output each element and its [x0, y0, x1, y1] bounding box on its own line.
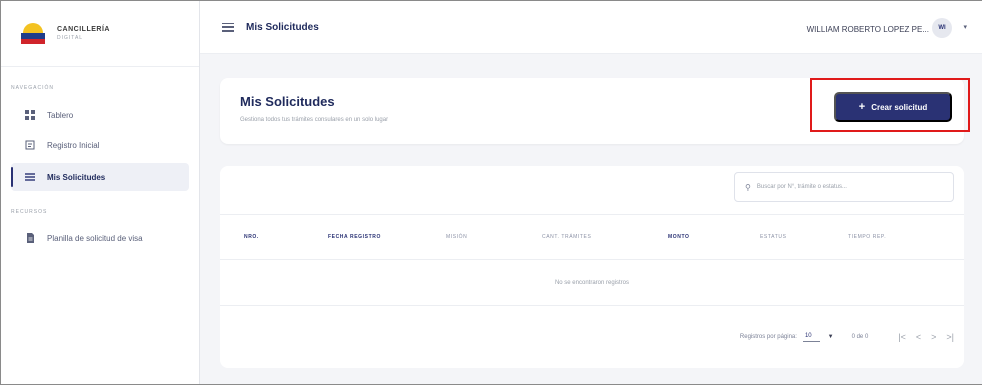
highlight-box: [810, 78, 970, 132]
first-page-icon[interactable]: |<: [898, 332, 906, 342]
brand-subtitle: DIGITAL: [57, 35, 84, 41]
sidebar: CANCILLERÍA DIGITAL NAVEGACIÓN Tablero R…: [1, 1, 200, 384]
list-icon: [25, 172, 35, 182]
section-title: Mis Solicitudes: [240, 94, 335, 109]
last-page-icon[interactable]: >|: [946, 332, 954, 342]
column-header-nro[interactable]: NRO.: [244, 234, 259, 240]
chevron-down-icon[interactable]: ▾: [963, 23, 967, 31]
pagination: Registros por página: 10 ▼ 0 de 0 |< < >…: [740, 332, 954, 342]
column-header-tiempo-rep[interactable]: TIEMPO REP.: [848, 234, 886, 240]
search-icon: ⚲: [745, 182, 751, 192]
registration-icon: [25, 140, 35, 150]
requests-table-card: ⚲ Buscar por N°, trámite o estatus... NR…: [220, 166, 964, 368]
sidebar-item-label: Planilla de solicitud de visa: [47, 233, 143, 243]
page-range: 0 de 0: [851, 334, 869, 340]
column-header-mision[interactable]: MISIÓN: [446, 234, 467, 240]
section-label-navigation: NAVEGACIÓN: [11, 85, 54, 91]
page-title: Mis Solicitudes: [246, 21, 319, 33]
dashboard-icon: [25, 110, 35, 120]
brand[interactable]: CANCILLERÍA DIGITAL: [1, 1, 199, 67]
sidebar-item-mis-solicitudes[interactable]: Mis Solicitudes: [11, 163, 189, 191]
sidebar-item-tablero[interactable]: Tablero: [11, 101, 189, 129]
column-header-monto[interactable]: MONTO: [668, 234, 690, 240]
sidebar-item-registro-inicial[interactable]: Registro Inicial: [11, 131, 189, 159]
brand-title: CANCILLERÍA: [57, 26, 110, 33]
rows-per-page-select[interactable]: 10: [802, 333, 820, 342]
sidebar-item-label: Mis Solicitudes: [47, 172, 106, 182]
section-subtitle: Gestiona todos tus trámites consulares e…: [240, 117, 389, 123]
next-page-icon[interactable]: >: [931, 332, 936, 342]
user-name[interactable]: WILLIAM ROBERTO LOPEZ PE...: [807, 25, 929, 34]
chevron-down-icon[interactable]: ▼: [828, 334, 834, 340]
main-content: Mis Solicitudes WILLIAM ROBERTO LOPEZ PE…: [200, 1, 982, 384]
rows-per-page-label: Registros por página:: [739, 334, 797, 340]
menu-icon[interactable]: [222, 22, 234, 32]
table-header: NRO. FECHA REGISTRO MISIÓN CANT. TRÁMITE…: [220, 214, 964, 260]
avatar[interactable]: WI: [932, 18, 952, 38]
search-placeholder: Buscar por N°, trámite o estatus...: [756, 184, 847, 190]
document-icon: [25, 233, 35, 243]
column-header-estatus[interactable]: ESTATUS: [760, 234, 787, 240]
previous-page-icon[interactable]: <: [916, 332, 921, 342]
sidebar-item-planilla-visa[interactable]: Planilla de solicitud de visa: [11, 224, 189, 252]
search-input[interactable]: ⚲ Buscar por N°, trámite o estatus...: [734, 172, 954, 202]
empty-message: No se encontraron registros: [220, 260, 964, 306]
sidebar-item-label: Registro Inicial: [47, 140, 100, 150]
column-header-cant-tramites[interactable]: CANT. TRÁMITES: [542, 234, 591, 240]
section-label-resources: RECURSOS: [11, 209, 48, 215]
column-header-fecha-registro[interactable]: FECHA REGISTRO: [328, 234, 381, 240]
sidebar-item-label: Tablero: [47, 110, 74, 120]
cancilleria-logo-icon: [21, 22, 45, 45]
